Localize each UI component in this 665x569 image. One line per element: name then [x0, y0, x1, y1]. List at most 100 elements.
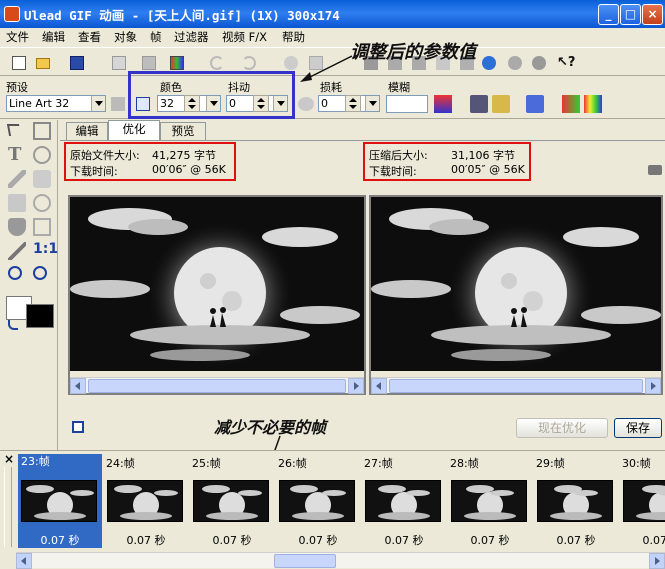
lossy-spinner-icon[interactable] — [345, 95, 361, 112]
brush-icon[interactable] — [8, 170, 26, 188]
color-table-icon[interactable] — [562, 95, 580, 113]
frame-thumbnail — [107, 480, 183, 522]
text-tool-icon[interactable]: T — [8, 146, 26, 164]
lasso-icon[interactable] — [33, 194, 51, 212]
menu-view[interactable]: 查看 — [78, 28, 101, 46]
original-preview — [68, 195, 366, 395]
scroll-left-icon[interactable] — [16, 553, 32, 569]
minimize-button[interactable]: _ — [598, 4, 619, 25]
menu-file[interactable]: 文件 — [6, 28, 29, 46]
internet-button[interactable] — [478, 52, 498, 72]
background-color-swatch[interactable] — [26, 304, 54, 328]
frame-thumbnail — [623, 480, 665, 522]
original-info-box: 原始文件大小: 41,275 字节 下载时间: 00′06″ @ 56K — [64, 142, 236, 181]
frame-label: 24:帧 — [106, 457, 135, 470]
frame-27[interactable]: 27:帧 0.07 秒 — [362, 454, 446, 548]
preset-value: Line Art 32 — [9, 97, 70, 110]
crop-icon[interactable] — [33, 146, 51, 164]
menu-filter[interactable]: 过滤器 — [174, 28, 209, 46]
scroll-right-icon[interactable] — [649, 553, 665, 569]
help-pointer-button[interactable]: ↖? — [554, 52, 576, 72]
scroll-left-icon[interactable] — [371, 378, 387, 394]
undo-button[interactable] — [206, 52, 226, 72]
lossy-input[interactable]: 0 — [318, 95, 380, 112]
fit-window-icon[interactable] — [72, 421, 84, 433]
scroll-left-icon[interactable] — [70, 378, 86, 394]
marquee-icon[interactable] — [33, 122, 51, 140]
pointer-icon[interactable] — [6, 124, 22, 136]
colors-button[interactable] — [166, 52, 186, 72]
scrollbar-thumb[interactable] — [274, 554, 336, 568]
menu-help[interactable]: 帮助 — [282, 28, 305, 46]
frame-24[interactable]: 24:帧 0.07 秒 — [104, 454, 188, 548]
color-palette-icon[interactable] — [584, 95, 602, 113]
frame-panel-grip[interactable] — [4, 467, 12, 547]
frame-29[interactable]: 29:帧 0.07 秒 — [534, 454, 618, 548]
frame-28[interactable]: 28:帧 0.07 秒 — [448, 454, 532, 548]
swap-colors-icon[interactable] — [8, 320, 18, 330]
eyedropper-icon[interactable] — [8, 242, 26, 260]
tab-edit[interactable]: 编辑 — [66, 122, 108, 140]
chevron-down-icon[interactable] — [365, 96, 379, 111]
redo-button[interactable] — [238, 52, 258, 72]
chevron-down-icon — [91, 96, 105, 111]
frame-thumbnail — [279, 480, 355, 522]
frame-thumbnail — [365, 480, 441, 522]
blur-color-icon[interactable] — [434, 95, 452, 113]
zoom-in-icon[interactable] — [8, 266, 22, 280]
menu-bar: 文件 编辑 查看 对象 帧 过滤器 视频 F/X 帮助 — [0, 28, 665, 46]
fill-bucket-icon[interactable] — [8, 218, 26, 236]
copy-icon — [112, 56, 126, 70]
transform-icon[interactable] — [33, 218, 51, 236]
palette-edit-icon[interactable] — [526, 95, 544, 113]
copy-button[interactable] — [108, 52, 128, 72]
menu-video-fx[interactable]: 视频 F/X — [222, 28, 267, 46]
ie-icon — [482, 56, 496, 70]
close-button[interactable]: × — [642, 4, 663, 25]
frame-23[interactable]: 23:帧 0.07 秒 — [18, 454, 102, 548]
frame-thumbnail — [537, 480, 613, 522]
help-cursor-icon: ↖? — [557, 55, 576, 70]
optimize-now-button[interactable]: 现在优化 — [516, 418, 608, 438]
layout-button[interactable] — [138, 52, 158, 72]
new-file-button[interactable] — [8, 52, 28, 72]
maximize-button[interactable]: □ — [620, 4, 641, 25]
menu-frame[interactable]: 帧 — [150, 28, 162, 46]
open-button[interactable] — [32, 52, 52, 72]
eraser-icon[interactable] — [8, 194, 26, 212]
frame-30[interactable]: 30:帧 0.07 秒 — [620, 454, 665, 548]
wizard-button[interactable] — [528, 52, 548, 72]
original-preview-scrollbar[interactable] — [70, 377, 364, 394]
scrollbar-thumb[interactable] — [389, 379, 643, 393]
modem-speed-icon[interactable] — [648, 165, 662, 175]
frame-panel-close-icon[interactable]: × — [4, 452, 14, 466]
preview-browser-button[interactable] — [504, 52, 524, 72]
menu-edit[interactable]: 编辑 — [42, 28, 65, 46]
menu-object[interactable]: 对象 — [114, 28, 137, 46]
preset-save-icon[interactable] — [111, 97, 125, 111]
tab-preview[interactable]: 预览 — [160, 122, 206, 140]
actual-size-icon[interactable]: 1:1 — [33, 241, 58, 259]
wizard-icon — [532, 56, 546, 70]
scroll-right-icon[interactable] — [645, 378, 661, 394]
tools-icon[interactable] — [470, 95, 488, 113]
zoom-out-icon[interactable] — [33, 266, 47, 280]
annotation-arrow-top — [300, 55, 353, 82]
palette-load-icon[interactable] — [492, 95, 510, 113]
tab-optimize[interactable]: 优化 — [108, 120, 160, 141]
frame-delay: 0.07 秒 — [126, 534, 166, 547]
save-button[interactable]: 保存 — [614, 418, 662, 438]
scrollbar-thumb[interactable] — [88, 379, 346, 393]
frame-strip-scrollbar[interactable] — [16, 552, 665, 569]
optimized-preview-scrollbar[interactable] — [371, 377, 661, 394]
preset-select[interactable]: Line Art 32 — [6, 95, 106, 112]
title-bar[interactable]: Ulead GIF 动画 - [天上人间.gif] (1X) 300x174 _… — [0, 0, 665, 28]
lossy-value: 0 — [321, 97, 328, 110]
clone-icon[interactable] — [33, 170, 51, 188]
blur-input[interactable] — [386, 95, 428, 113]
scroll-right-icon[interactable] — [348, 378, 364, 394]
frame-25[interactable]: 25:帧 0.07 秒 — [190, 454, 274, 548]
frame-26[interactable]: 26:帧 0.07 秒 — [276, 454, 360, 548]
save-file-button[interactable] — [66, 52, 86, 72]
optimized-preview — [369, 195, 663, 395]
